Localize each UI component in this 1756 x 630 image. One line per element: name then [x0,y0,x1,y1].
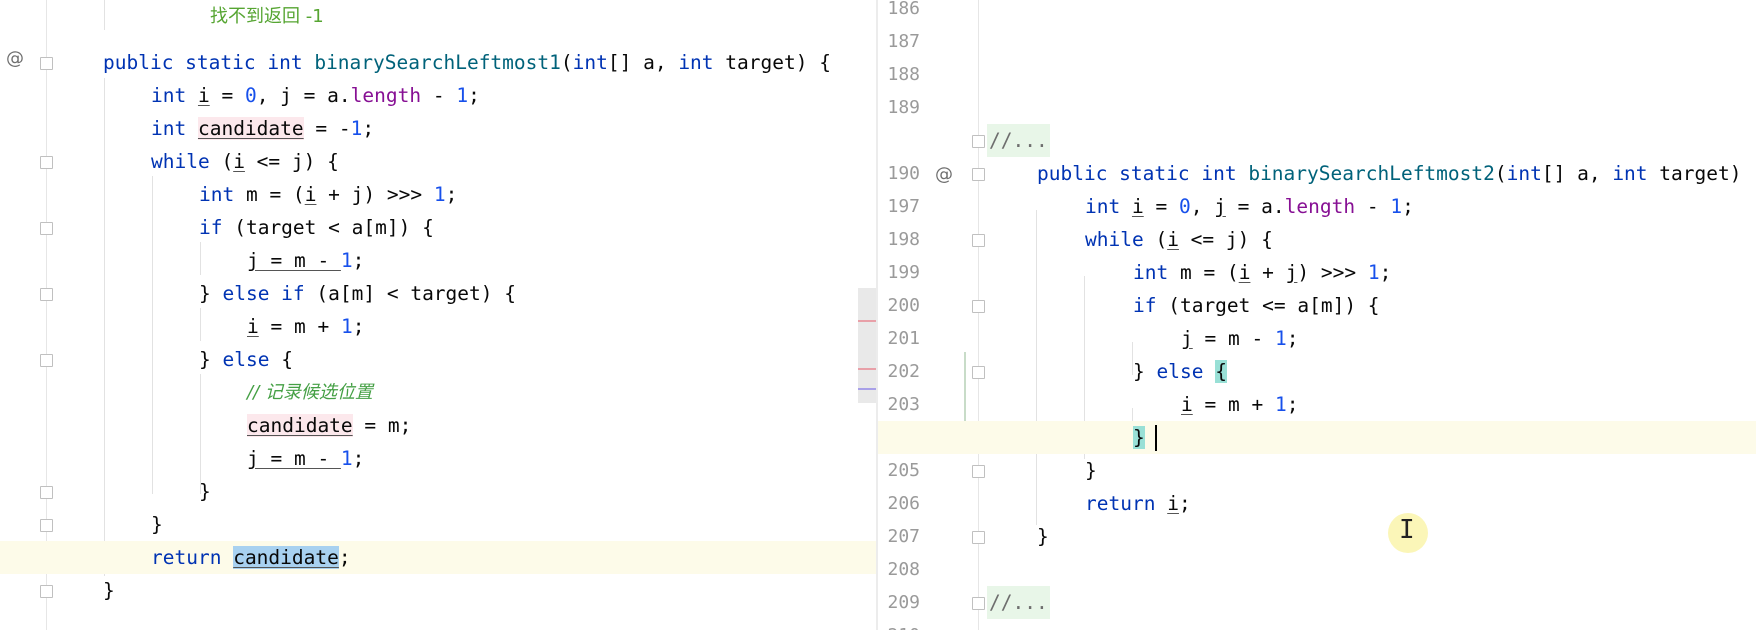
error-stripe-marker[interactable] [858,388,876,390]
code-line: } [103,579,115,602]
ibeam-cursor-icon: I [1399,515,1415,545]
code-line: public static int binarySearchLeftmost1(… [103,51,831,74]
code-line: 209 [887,592,920,613]
code-line: } [151,513,163,536]
code-line: } else if (a[m] < target) { [199,282,516,305]
code-line: 202 j = m - 1; [887,327,1299,382]
text-caret [1155,425,1157,451]
current-code-line: 205 } [878,421,1756,481]
code-line: } else { [199,348,293,371]
candidate-variable: candidate [247,414,353,437]
code-line: 186 [887,0,920,19]
code-line: 189 [887,97,920,118]
left-editor[interactable]: 找不到返回 -1 @ public static int binarySearc… [0,0,876,630]
code-line: int i = 0, j = a.length - 1; [151,84,480,107]
code-line: 190 //... [878,124,1756,184]
code-line: if (target < a[m]) { [199,216,434,239]
scrollbar-thumb[interactable] [858,288,876,403]
code-line: 200 int m = (i + j) >>> 1; [887,261,1392,316]
code-line: 206 } [887,459,1097,514]
code-line: 198 int i = 0, j = a.length - 1; [887,195,1414,250]
inline-comment: // 记录候选位置 [247,382,373,403]
doc-comment: 找不到返回 -1 [210,6,324,27]
matched-brace: { [1215,360,1227,383]
folded-region[interactable]: //... [987,586,1050,619]
code-line: i = m + 1; [247,315,365,338]
doc-comment-line: 找不到返回 -1 [0,0,876,33]
code-line: j = m - 1; [247,447,365,470]
code-line: } [199,480,211,503]
code-line: 204 i = m + 1; [887,393,1299,448]
current-code-line: return candidate; [0,541,876,574]
code-line: 208 } [887,525,1049,580]
code-line: 207 return i; [887,492,1191,547]
error-stripe-marker[interactable] [858,368,876,370]
code-line: 210 //... [878,586,1756,630]
code-line: candidate = m; [247,414,412,437]
selected-candidate: candidate [233,546,339,569]
code-line: 199 while (i <= j) { [887,228,1273,283]
folded-region[interactable]: //... [987,124,1050,157]
right-editor[interactable]: 186 187 188 189 190 //... @ 197 public s… [878,0,1756,630]
candidate-variable: candidate [197,117,304,140]
code-line: 188 [887,64,920,85]
code-line: int candidate = -1; [151,117,375,140]
error-stripe-marker[interactable] [858,320,876,322]
code-line: 187 [887,31,920,52]
code-line: 203 } else { [887,360,1227,415]
code-line: 201 if (target <= a[m]) { [887,294,1380,349]
matched-brace: } [1133,426,1145,449]
code-line: int m = (i + j) >>> 1; [199,183,458,206]
code-line: j = m - 1; [247,249,365,272]
code-line: // 记录候选位置 [0,376,876,409]
code-line: 197 public static int binarySearchLeftmo… [887,162,1742,217]
code-line: while (i <= j) { [151,150,339,173]
